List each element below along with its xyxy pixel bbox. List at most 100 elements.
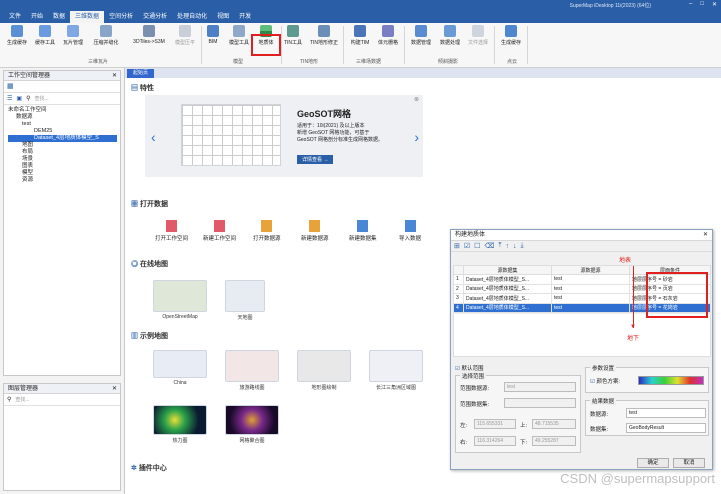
group-label-model: 模型 (233, 59, 244, 65)
compress-button[interactable]: 压缩并缝化 (88, 25, 124, 46)
banner-close-icon[interactable]: ⊗ (414, 96, 419, 103)
banner-detail-button[interactable]: 详情查看 → (297, 155, 334, 164)
range-dataset-label: 范围数据集: (460, 402, 490, 408)
workspace-icon[interactable]: ▦ (7, 83, 14, 90)
sample-map-terrain[interactable]: 地形图绘制 (297, 350, 351, 391)
menu-view[interactable]: 视图 (212, 11, 234, 23)
tile-manage-button[interactable]: 瓦片管理 (58, 25, 88, 46)
menu-data[interactable]: 数据 (48, 11, 70, 23)
workspace-toolbar: ▦ (4, 81, 120, 93)
new-dataset-button[interactable]: 新建数据集 (349, 220, 377, 242)
move-down-icon[interactable]: ↓ (513, 243, 517, 250)
tree-node-geobody-dataset[interactable]: Dataset_4层地质体模型_S (8, 135, 117, 142)
save-icon[interactable]: ▣ (16, 95, 22, 102)
data-process-button[interactable]: 数据处理 (435, 25, 465, 46)
sample-map-china[interactable]: China (153, 350, 207, 386)
right-input[interactable]: 116.314264 (474, 436, 516, 446)
menu-spatial-analysis[interactable]: 空间分析 (104, 11, 138, 23)
geobody-highlight-box (251, 34, 281, 56)
top-input[interactable]: 48.715535 (532, 419, 576, 429)
menu-automation[interactable]: 处理自动化 (172, 11, 212, 23)
sample-map-grid-aggregate[interactable]: 网格聚合图 (225, 405, 279, 444)
search-icon[interactable]: ⚲ (7, 396, 11, 403)
close-icon[interactable]: ✕ (712, 1, 717, 8)
minimize-icon[interactable]: – (689, 1, 692, 8)
section-open-data: ▦ 打开数据 (131, 201, 168, 208)
color-scheme-select[interactable] (638, 376, 704, 385)
cancel-button[interactable]: 取消 (673, 458, 705, 468)
data-manage-button[interactable]: 数据管理 (406, 25, 436, 46)
dialog-close-icon[interactable]: ✕ (703, 230, 708, 241)
tin-fix-button[interactable]: TIN地形修正 (306, 25, 342, 46)
result-datasource-select[interactable]: test (626, 408, 706, 418)
default-range-checkbox[interactable]: ☑ 默认范围 (455, 364, 483, 372)
model-tool-button[interactable]: 模型工具 (224, 25, 254, 46)
new-datasource-button[interactable]: 新建数据源 (301, 220, 329, 242)
data-manage-icon (415, 25, 427, 37)
workspace-search-input[interactable]: 查找... (34, 95, 48, 102)
menu-3d-data[interactable]: 三维数据 (70, 11, 105, 23)
tree-node-workspace[interactable]: 未命名工作空间 (8, 107, 120, 114)
menu-develop[interactable]: 开发 (234, 11, 256, 23)
tree-node-maps[interactable]: 地图 (8, 142, 120, 149)
result-dataset-input[interactable]: GeoBodyResult (626, 423, 706, 433)
delete-icon[interactable]: ⌫ (484, 242, 494, 250)
menu-file[interactable]: 文件 (4, 11, 26, 23)
voxel-grid-button[interactable]: 体元栅格 (373, 25, 403, 46)
new-workspace-icon (214, 220, 225, 232)
tab-start-page[interactable]: 起始页 (127, 69, 155, 78)
file-select-button[interactable]: 文件选择 (463, 25, 493, 46)
cache-tool-button[interactable]: 缓存工具 (30, 25, 60, 46)
tree-node-scenes[interactable]: 场景 (8, 156, 120, 163)
tree-node-models[interactable]: 模型 (8, 170, 120, 177)
panel-close-icon[interactable]: ✕ (112, 71, 117, 81)
range-datasource-select[interactable]: test (504, 382, 576, 392)
panel-close-icon[interactable]: ✕ (112, 384, 117, 394)
tin-fix-icon (318, 25, 330, 37)
tree-node-layouts[interactable]: 布局 (8, 149, 120, 156)
sample-map-heatmap[interactable]: 热力图 (153, 405, 207, 444)
banner-next-icon[interactable]: › (414, 129, 419, 145)
build-tim-button[interactable]: 构建TIM (345, 25, 375, 46)
new-workspace-button[interactable]: 新建工作空间 (203, 220, 236, 242)
color-scheme-label[interactable]: ☑ 颜色方案: (590, 377, 620, 385)
doc-tabstrip: 起始页 (125, 68, 721, 78)
online-map-tianditu[interactable]: 天地图 (225, 280, 265, 321)
add-icon[interactable]: ⊞ (454, 242, 460, 250)
list-icon[interactable]: ☰ (7, 95, 12, 102)
tree-node-test[interactable]: test (8, 121, 120, 128)
open-workspace-button[interactable]: 打开工作空间 (155, 220, 188, 242)
pointcloud-cache-button[interactable]: 生成缓存 (496, 25, 526, 46)
tree-node-resources[interactable]: 资源 (8, 177, 120, 184)
banner-prev-icon[interactable]: ‹ (151, 129, 156, 145)
maximize-icon[interactable]: □ (700, 1, 704, 8)
search-icon[interactable]: ⚲ (26, 95, 30, 102)
menu-start[interactable]: 开始 (26, 11, 48, 23)
menu-traffic-analysis[interactable]: 交通分析 (138, 11, 172, 23)
move-up-icon[interactable]: ↑ (505, 243, 509, 250)
sample-map-tourism[interactable]: 旅游路线图 (225, 350, 279, 391)
layer-search-input[interactable]: 查找... (15, 396, 29, 403)
feature-banner: ‹ › ⊗ GeoSOT网格 适用于：10i(2021) 及以上版本 新增 Ge… (145, 95, 423, 177)
move-top-icon[interactable]: ⤒ (498, 242, 501, 250)
left-input[interactable]: 115.655331 (474, 419, 516, 429)
online-map-osm[interactable]: OpenStreetMap (153, 280, 207, 320)
select-all-icon[interactable]: ☑ (464, 242, 470, 250)
tree-node-datasources[interactable]: 数据源 (8, 114, 120, 121)
sample-map-yangtze[interactable]: 长江三角洲区域图 (369, 350, 423, 391)
ok-button[interactable]: 确定 (637, 458, 669, 468)
watermark: CSDN @supermapsupport (560, 471, 715, 486)
convert-3dtiles-button[interactable]: 3DTiles->S3M (130, 25, 168, 45)
import-data-button[interactable]: 导入数据 (399, 220, 421, 242)
bottom-input[interactable]: 49.255287 (532, 436, 576, 446)
range-dataset-select[interactable] (504, 398, 576, 408)
tree-node-charts[interactable]: 图表 (8, 163, 120, 170)
move-bottom-icon[interactable]: ⤓ (520, 242, 523, 250)
bim-icon (207, 25, 219, 37)
open-datasource-button[interactable]: 打开数据源 (253, 220, 281, 242)
invert-select-icon[interactable]: ☐ (474, 242, 480, 250)
generate-cache-button[interactable]: 生成缓存 (2, 25, 32, 46)
tin-tool-button[interactable]: TIN工具 (278, 25, 308, 46)
model-flatten-button[interactable]: 模型压平 (168, 25, 202, 46)
tree-node-dem25[interactable]: DEM25 (8, 128, 120, 135)
